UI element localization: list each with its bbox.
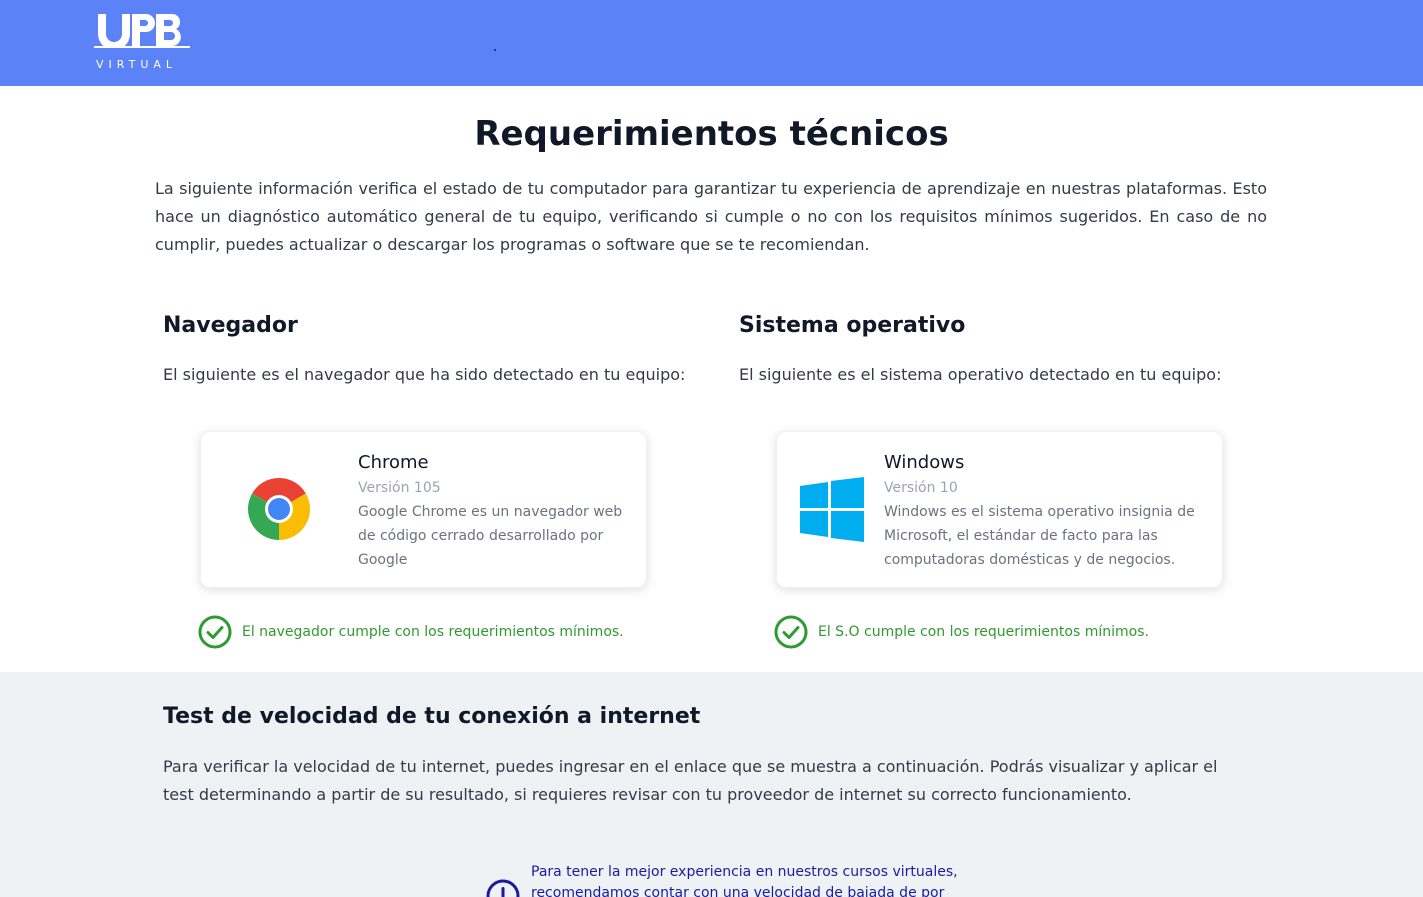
os-description: Windows es el sistema operativo insignia… bbox=[884, 504, 1195, 568]
browser-name: Chrome bbox=[358, 452, 429, 473]
browser-section-desc: El siguiente es el navegador que ha sido… bbox=[163, 365, 686, 384]
logo-subtitle: VIRTUAL bbox=[96, 58, 178, 71]
os-version: Versión 10 bbox=[884, 480, 958, 496]
intro-paragraph: La siguiente información verifica el est… bbox=[155, 179, 1267, 254]
check-circle-icon bbox=[774, 615, 808, 649]
upb-logo-mark bbox=[94, 13, 190, 48]
check-circle-icon bbox=[198, 615, 232, 649]
top-header: VIRTUAL bbox=[0, 0, 1423, 86]
info-icon bbox=[486, 879, 520, 897]
chrome-icon bbox=[247, 477, 311, 540]
browser-description: Google Chrome es un navegador web de cód… bbox=[358, 504, 623, 568]
speed-test-description: Para verificar la velocidad de tu intern… bbox=[163, 757, 1218, 804]
upb-virtual-logo[interactable]: VIRTUAL bbox=[94, 12, 194, 72]
browser-status: El navegador cumple con los requerimient… bbox=[198, 615, 624, 649]
speed-test-title: Test de velocidad de tu conexión a inter… bbox=[163, 704, 701, 729]
browser-section-title: Navegador bbox=[163, 313, 298, 338]
browser-card: Chrome Versión 105 Google Chrome es un n… bbox=[200, 431, 647, 588]
os-status: El S.O cumple con los requerimientos mín… bbox=[774, 615, 1149, 649]
os-section-desc: El siguiente es el sistema operativo det… bbox=[739, 365, 1222, 384]
windows-icon bbox=[800, 477, 864, 542]
page-title: Requerimientos técnicos bbox=[474, 114, 949, 154]
os-name: Windows bbox=[884, 452, 965, 473]
os-status-text: El S.O cumple con los requerimientos mín… bbox=[818, 624, 1149, 640]
os-section-title: Sistema operativo bbox=[739, 313, 966, 338]
os-card: Windows Versión 10 Windows es el sistema… bbox=[776, 431, 1223, 588]
header-dot bbox=[494, 49, 496, 51]
speed-test-section: Test de velocidad de tu conexión a inter… bbox=[0, 672, 1423, 897]
browser-status-text: El navegador cumple con los requerimient… bbox=[242, 624, 624, 640]
speed-test-note: Para tener la mejor experiencia en nuest… bbox=[531, 864, 958, 897]
browser-version: Versión 105 bbox=[358, 480, 441, 496]
